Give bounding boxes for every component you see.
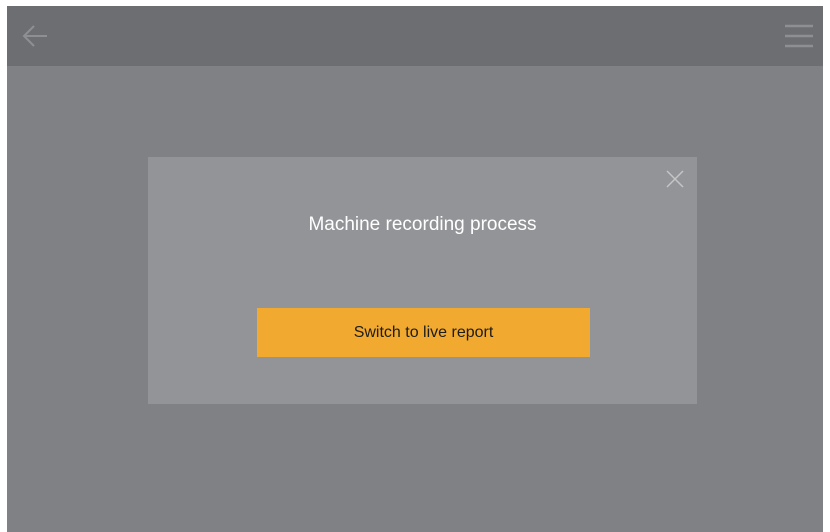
menu-button[interactable]: [781, 18, 817, 54]
hamburger-menu-icon: [781, 18, 817, 54]
back-button[interactable]: [17, 18, 53, 54]
recording-dialog: Machine recording process Switch to live…: [148, 157, 697, 404]
arrow-left-icon: [17, 18, 53, 54]
switch-to-live-report-button[interactable]: Switch to live report: [257, 308, 590, 357]
top-bar: [7, 6, 823, 66]
dialog-close-button[interactable]: [663, 167, 687, 191]
app-screen: Machine recording process Switch to live…: [7, 6, 823, 532]
close-icon: [663, 167, 687, 191]
dialog-title: Machine recording process: [308, 214, 537, 235]
